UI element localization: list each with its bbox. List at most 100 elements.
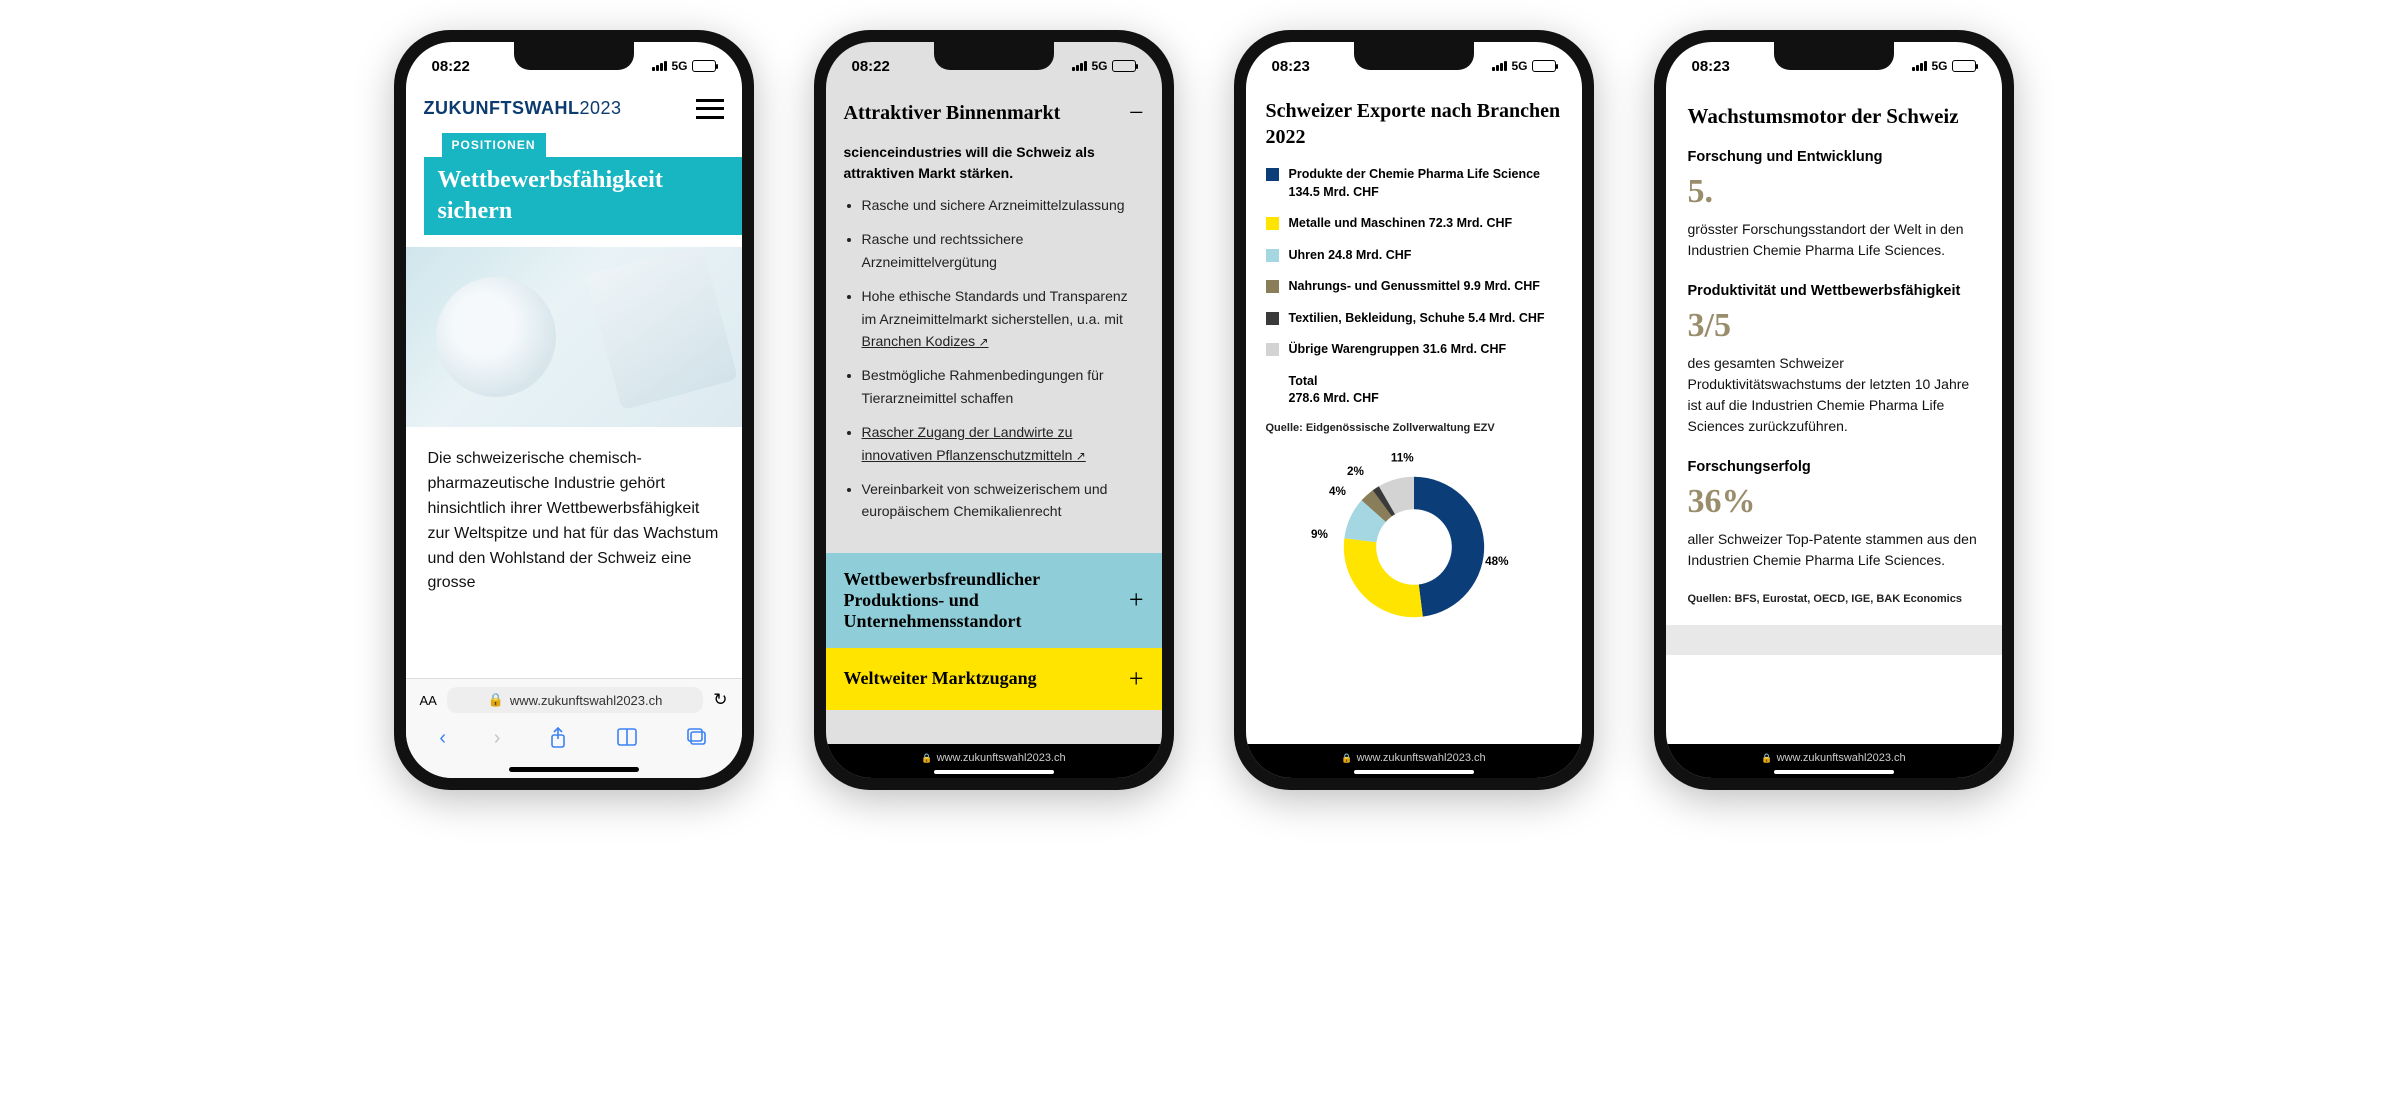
site-logo[interactable]: ZUKUNFTSWAHL2023	[424, 98, 622, 119]
status-time: 08:22	[852, 58, 890, 75]
phone-mockup-2: 08:22 5G Attraktiver Binnenmarkt − scien…	[814, 30, 1174, 790]
signal-icon	[652, 61, 667, 71]
legend-swatch	[1266, 249, 1279, 262]
network-label: 5G	[1931, 59, 1947, 73]
battery-icon	[1952, 60, 1976, 72]
legend-item: Metalle und Maschinen 72.3 Mrd. CHF	[1266, 215, 1562, 233]
stat-block: Forschung und Entwicklung 5. grösster Fo…	[1666, 149, 2002, 283]
address-bar[interactable]: 🔒 www.zukunftswahl2023.ch	[447, 687, 703, 713]
list-item: Rascher Zugang der Landwirte zu innovati…	[862, 421, 1138, 466]
signal-icon	[1492, 61, 1507, 71]
section-divider	[1666, 625, 2002, 655]
forward-button[interactable]: ›	[494, 727, 501, 755]
status-time: 08:22	[432, 58, 470, 75]
notch	[514, 42, 634, 70]
home-indicator[interactable]	[934, 770, 1054, 774]
stat-number: 36%	[1688, 483, 1980, 521]
url-text: www.zukunftswahl2023.ch	[510, 693, 662, 708]
phone-mockup-1: 08:22 5G ZUKUNFTSWAHL2023 POSITIONEN Wet…	[394, 30, 754, 790]
list-item: Hohe ethische Standards und Transparenz …	[862, 285, 1138, 352]
collapse-icon: −	[1129, 98, 1144, 128]
phone-mockup-3: 08:23 5G Schweizer Exporte nach Branchen…	[1234, 30, 1594, 790]
url-text: www.zukunftswahl2023.ch	[1777, 752, 1906, 764]
signal-icon	[1072, 61, 1087, 71]
stat-block: Produktivität und Wettbewerbsfähigkeit 3…	[1666, 283, 2002, 459]
text-size-button[interactable]: AA	[420, 693, 437, 708]
stat-description: des gesamten Schweizer Produktivitätswac…	[1688, 353, 1980, 437]
slice-label: 2%	[1347, 465, 1365, 478]
stat-description: aller Schweizer Top-Patente stammen aus …	[1688, 529, 1980, 571]
category-tag[interactable]: POSITIONEN	[442, 133, 546, 157]
chart-source: Quelle: Eidgenössische Zollverwaltung EZ…	[1246, 418, 1582, 444]
legend-item: Übrige Warengruppen 31.6 Mrd. CHF	[1266, 341, 1562, 359]
legend-item: Produkte der Chemie Pharma Life Science …	[1266, 166, 1562, 201]
home-indicator[interactable]	[1774, 770, 1894, 774]
legend-swatch	[1266, 343, 1279, 356]
safari-mini-toolbar[interactable]: 🔒 www.zukunftswahl2023.ch	[826, 744, 1162, 778]
legend-item: Nahrungs- und Genussmittel 9.9 Mrd. CHF	[1266, 278, 1562, 296]
hero-image	[406, 247, 742, 427]
stat-label: Forschung und Entwicklung	[1688, 149, 1980, 165]
donut-chart: 48% 11% 2% 4% 9%	[1246, 444, 1582, 628]
accordion-header-yellow[interactable]: Weltweiter Marktzugang +	[826, 648, 1162, 710]
lock-icon: 🔒	[1341, 753, 1352, 763]
section-title: Wachstumsmotor der Schweiz	[1666, 84, 2002, 149]
share-button[interactable]	[548, 727, 568, 755]
link-pflanzenschutz[interactable]: Rascher Zugang der Landwirte zu innovati…	[862, 424, 1086, 462]
lock-icon: 🔒	[1761, 753, 1772, 763]
slice-label: 48%	[1485, 555, 1509, 568]
battery-icon	[1532, 60, 1556, 72]
accordion-title: Weltweiter Marktzugang	[844, 668, 1037, 689]
chart-legend: Produkte der Chemie Pharma Life Science …	[1246, 166, 1582, 408]
legend-swatch	[1266, 312, 1279, 325]
slice-label: 11%	[1390, 451, 1413, 464]
bullet-list: Rasche und sichere Arzneimittelzulassung…	[826, 194, 1162, 553]
status-time: 08:23	[1692, 58, 1730, 75]
accordion-title: Attraktiver Binnenmarkt	[844, 102, 1061, 125]
phone-mockup-4: 08:23 5G Wachstumsmotor der Schweiz Fors…	[1654, 30, 2014, 790]
menu-button[interactable]	[696, 99, 724, 119]
safari-mini-toolbar[interactable]: 🔒www.zukunftswahl2023.ch	[1246, 744, 1582, 778]
notch	[934, 42, 1054, 70]
safari-toolbar: AA 🔒 www.zukunftswahl2023.ch ↻ ‹ ›	[406, 678, 742, 778]
network-label: 5G	[1511, 59, 1527, 73]
stat-number: 5.	[1688, 173, 1980, 211]
lock-icon: 🔒	[921, 753, 932, 763]
stat-block: Forschungserfolg 36% aller Schweizer Top…	[1666, 459, 2002, 593]
accordion-header-teal[interactable]: Wettbewerbsfreundlicher Produktions- und…	[826, 553, 1162, 648]
list-item: Rasche und rechtssichere Arzneimittelver…	[862, 228, 1138, 273]
reload-button[interactable]: ↻	[713, 690, 727, 710]
list-item: Vereinbarkeit von schweizerischem und eu…	[862, 478, 1138, 523]
link-branchen-kodizes[interactable]: Branchen Kodizes	[862, 333, 989, 349]
legend-swatch	[1266, 168, 1279, 181]
legend-item: Uhren 24.8 Mrd. CHF	[1266, 247, 1562, 265]
home-indicator[interactable]	[1354, 770, 1474, 774]
tabs-button[interactable]	[686, 727, 708, 755]
stat-number: 3/5	[1688, 307, 1980, 345]
signal-icon	[1912, 61, 1927, 71]
battery-icon	[692, 60, 716, 72]
sources-line: Quellen: BFS, Eurostat, OECD, IGE, BAK E…	[1666, 593, 2002, 625]
legend-total: Total 278.6 Mrd. CHF	[1289, 373, 1562, 408]
page-headline: Wettbewerbsfähigkeit sichern	[424, 157, 742, 235]
stat-description: grösster Forschungsstandort der Welt in …	[1688, 219, 1980, 261]
expand-icon: +	[1129, 585, 1144, 615]
status-time: 08:23	[1272, 58, 1310, 75]
slice-label: 9%	[1311, 528, 1329, 541]
intro-paragraph: Die schweizerische chemisch-pharmazeutis…	[406, 427, 742, 616]
lock-icon: 🔒	[488, 692, 504, 708]
home-indicator[interactable]	[509, 767, 639, 772]
network-label: 5G	[1091, 59, 1107, 73]
accordion-header-open[interactable]: Attraktiver Binnenmarkt −	[826, 84, 1162, 142]
slice-label: 4%	[1329, 484, 1347, 497]
accordion-title: Wettbewerbsfreundlicher Produktions- und…	[844, 569, 1099, 632]
legend-swatch	[1266, 280, 1279, 293]
accordion-intro: scienceindustries will die Schweiz als a…	[826, 142, 1162, 194]
bookmarks-button[interactable]	[616, 727, 638, 755]
safari-mini-toolbar[interactable]: 🔒 www.zukunftswahl2023.ch	[1666, 744, 2002, 778]
expand-icon: +	[1129, 664, 1144, 694]
url-text: www.zukunftswahl2023.ch	[937, 752, 1066, 764]
chart-title: Schweizer Exporte nach Branchen 2022	[1246, 84, 1582, 166]
legend-item: Textilien, Bekleidung, Schuhe 5.4 Mrd. C…	[1266, 310, 1562, 328]
back-button[interactable]: ‹	[439, 727, 446, 755]
